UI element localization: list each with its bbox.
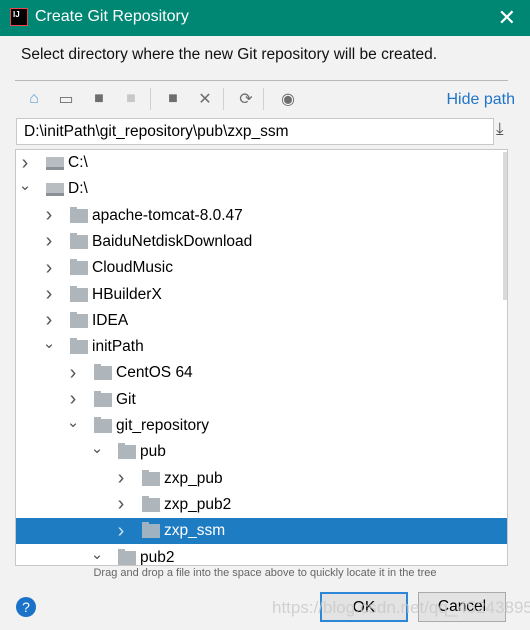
tree-node[interactable]: › CentOS 64 [16,360,507,386]
folder-icon [94,417,112,433]
watermark: https://blog.csdn.net/qq_45243895 [272,598,530,617]
title-bar: IJ Create Git Repository ✕ [0,0,530,36]
tree-node-label: BaiduNetdiskDownload [92,232,253,250]
tree-node[interactable]: › apache-tomcat-8.0.47 [16,203,507,229]
tree-node-label: HBuilderX [92,285,162,303]
intellij-logo-icon: IJ [10,8,28,26]
chevron-right-icon[interactable]: › [114,467,128,490]
chevron-right-icon[interactable]: › [42,309,56,332]
module-folder-icon[interactable]: ■ [120,88,142,110]
tree-node[interactable]: › IDEA [16,308,507,334]
folder-icon [142,522,160,539]
chevron-right-icon[interactable]: › [18,152,32,175]
chevron-right-icon[interactable]: › [42,283,56,306]
chevron-down-icon[interactable]: ⌄ [90,439,104,457]
download-icon[interactable]: ⤓ [496,119,504,139]
toolbar-separator [263,88,264,110]
tree-node-label: zxp_pub [164,469,223,487]
dialog-description: Select directory where the new Git repos… [21,46,438,63]
chevron-right-icon[interactable]: › [42,204,56,227]
folder-icon [70,311,88,328]
tree-node[interactable]: ⌄ initPath [16,334,507,360]
drag-drop-hint: Drag and drop a file into the space abov… [93,567,437,579]
tree-node[interactable]: ⌄ pub2 [16,545,507,566]
chevron-right-icon[interactable]: › [66,388,80,411]
tree-node-label: initPath [92,338,144,356]
tree-node-label: CloudMusic [92,259,173,277]
toolbar-separator [223,88,224,110]
tree-node[interactable]: ⌄ git_repository [16,413,507,439]
chevron-down-icon[interactable]: ⌄ [66,413,80,431]
tree-node-label: Git [116,390,136,408]
folder-icon [70,232,88,249]
folder-icon [142,469,160,486]
folder-icon [70,285,88,302]
new-folder-icon[interactable]: ■ [162,88,184,110]
tree-node-label: pub2 [140,548,175,566]
directory-tree[interactable]: › C:\ ⌄ D:\ › apache-tomcat-8.0.47 › BaiduNetdi… [15,149,508,566]
tree-node[interactable]: ⌄ D:\ [16,176,507,202]
folder-icon [94,364,112,381]
tree-node-label: CentOS 64 [116,364,193,382]
desktop-icon[interactable]: ▭ [55,88,77,110]
chevron-right-icon[interactable]: › [66,362,80,385]
tree-node-label: git_repository [116,417,210,434]
tree-node[interactable]: › HBuilderX [16,282,507,308]
close-icon[interactable]: ✕ [498,5,516,31]
toolbar-separator [150,88,151,110]
tree-node-label: IDEA [92,311,129,329]
folder-icon [94,390,112,407]
drive-icon [46,183,64,197]
chevron-right-icon[interactable]: › [114,493,128,516]
folder-icon [142,495,160,512]
chevron-down-icon[interactable]: ⌄ [18,176,32,194]
help-icon[interactable]: ? [16,597,36,617]
folder-icon [118,548,136,565]
tree-node[interactable]: › CloudMusic [16,255,507,281]
home-icon[interactable]: ⌂ [23,88,45,110]
path-input[interactable]: D:\initPath\git_repository\pub\zxp_ssm [16,118,494,145]
tree-node-label: pub [140,443,166,461]
tree-node-label: D:\ [68,180,88,198]
tree-node-label: apache-tomcat-8.0.47 [92,206,243,224]
chevron-down-icon[interactable]: ⌄ [90,545,104,563]
folder-icon [70,259,88,276]
tree-node-label: C:\ [68,154,88,171]
chevron-right-icon[interactable]: › [42,257,56,280]
tree-node[interactable]: › Git [16,387,507,413]
hide-path-link[interactable]: Hide path [447,91,516,109]
chevron-right-icon[interactable]: › [114,520,128,543]
chevron-down-icon[interactable]: ⌄ [42,334,56,352]
show-hidden-icon[interactable]: ◉ [277,88,299,110]
folder-icon [118,443,136,460]
chevron-right-icon[interactable]: › [42,230,56,253]
drive-icon [46,157,64,170]
tree-node-label: zxp_pub2 [164,495,232,513]
folder-icon [70,338,88,355]
tree-node[interactable]: › zxp_pub [16,466,507,492]
folder-icon [70,206,88,223]
divider [15,80,508,81]
tree-node-label: zxp_ssm [164,522,226,540]
tree-node[interactable]: ⌄ pub [16,439,507,465]
tree-node[interactable]: › C:\ [16,150,507,176]
refresh-icon[interactable]: ⟳ [235,88,257,110]
tree-node[interactable]: › BaiduNetdiskDownload [16,229,507,255]
tree-node[interactable]: › zxp_pub2 [16,492,507,518]
project-folder-icon[interactable]: ■ [88,88,110,110]
delete-icon[interactable]: ✕ [194,88,216,110]
window-title: Create Git Repository [35,8,189,25]
tree-node[interactable]: › zxp_ssm [16,518,507,545]
